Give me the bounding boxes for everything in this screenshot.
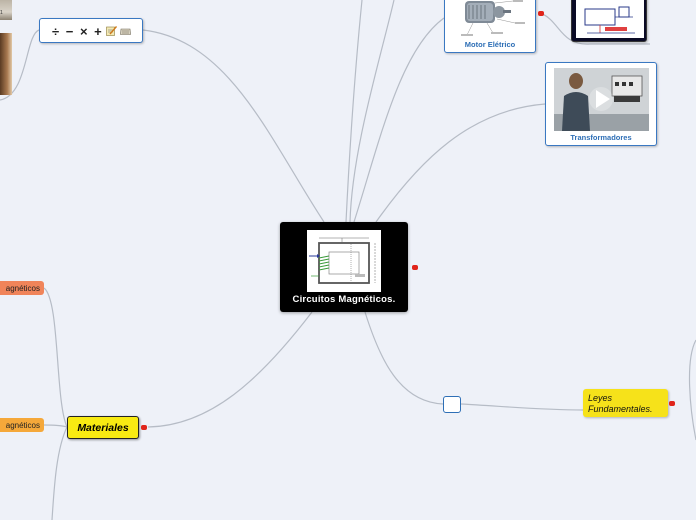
connector-transformers (375, 103, 546, 223)
topic-leyes-label: Leyes Fundamentales. (588, 393, 653, 414)
math-operators-label: ÷ − × + (52, 24, 104, 39)
connector-top-1 (345, 0, 363, 223)
motor-image-card[interactable]: Motor Elétrico (444, 0, 536, 53)
leyes-node-marker[interactable] (669, 401, 675, 406)
left-photo-fragment (0, 33, 12, 95)
transformers-caption: Transformadores (570, 133, 632, 142)
magnetic-circuit-diagram-image (307, 230, 381, 292)
connector-ops (142, 29, 325, 223)
topic-materiales[interactable]: Materiales (67, 416, 139, 439)
electric-motor-image (453, 0, 529, 39)
motor-node-marker[interactable] (538, 11, 544, 16)
operators-node[interactable]: ÷ − × + (39, 18, 143, 43)
motor-caption: Motor Elétrico (464, 40, 516, 49)
transformers-video-card[interactable]: Transformadores (545, 62, 657, 146)
connector-materiales-pill2 (43, 424, 68, 428)
topic-leyes-fundamentales[interactable]: Leyes Fundamentales. (583, 389, 668, 417)
schematic-image-card[interactable] (571, 0, 647, 42)
connector-right-edge (688, 339, 696, 441)
connector-leyes (460, 403, 584, 411)
connector-materiales-pill1 (43, 287, 68, 428)
pencil-notepad-icon (106, 26, 117, 36)
transformers-video-thumbnail (554, 68, 649, 131)
central-node-marker[interactable] (412, 265, 418, 270)
materiales-node-marker[interactable] (141, 425, 147, 430)
central-topic-title: Circuitos Magnéticos. (292, 294, 396, 305)
empty-topic-node[interactable] (443, 396, 461, 413)
schematic-diagram-image (575, 0, 645, 39)
connector-empty-node (364, 311, 444, 405)
topic-materiales-label: Materiales (77, 421, 129, 434)
connector-top-2 (349, 0, 395, 223)
keyboard-icon (120, 28, 131, 35)
central-topic[interactable]: Circuitos Magnéticos. (280, 222, 408, 312)
connector-materiales (147, 311, 313, 428)
left-topic-pill-2[interactable]: agnéticos (0, 418, 44, 432)
connector-materiales-down (51, 426, 68, 520)
left-fragment-text: 1 (0, 10, 3, 16)
left-topic-pill-1[interactable]: agnéticos (0, 281, 44, 295)
